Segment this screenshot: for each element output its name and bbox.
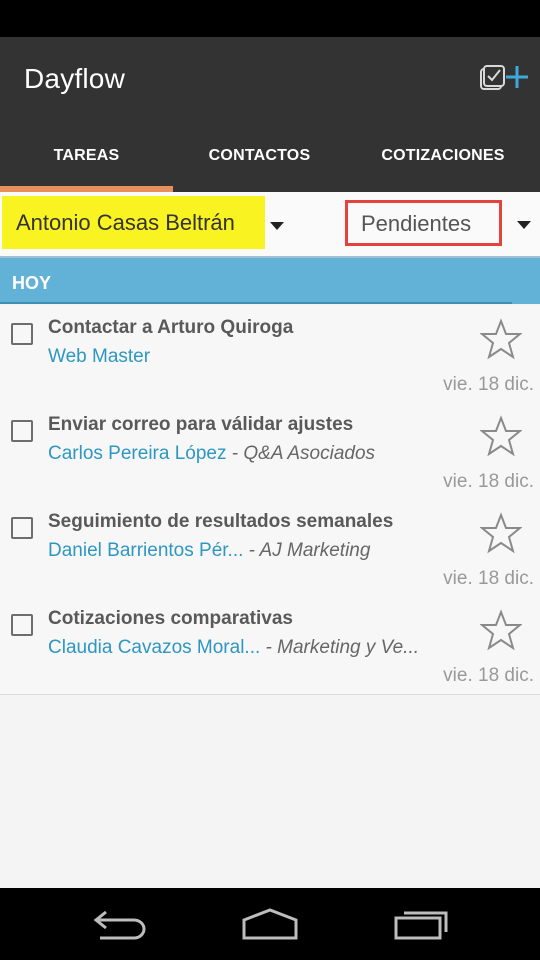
- task-company: - Marketing y Ve...: [265, 637, 420, 658]
- chevron-down-icon[interactable]: [517, 221, 531, 229]
- checkbox-empty-icon[interactable]: [11, 323, 33, 345]
- task-contact-link[interactable]: Daniel Barrientos Pér...: [48, 540, 243, 561]
- status-filter-dropdown[interactable]: Pendientes: [345, 200, 502, 246]
- tab-bar: TAREAS CONTACTOS COTIZACIONES: [0, 120, 540, 192]
- tab-cotizaciones[interactable]: COTIZACIONES: [346, 120, 540, 192]
- app-title: Dayflow: [24, 63, 125, 94]
- star-outline-icon[interactable]: [480, 415, 522, 457]
- status-filter-value: Pendientes: [361, 211, 472, 236]
- star-outline-icon[interactable]: [480, 318, 522, 360]
- recents-icon[interactable]: [392, 906, 452, 942]
- star-outline-icon[interactable]: [480, 512, 522, 554]
- task-date: vie. 18 dic.: [443, 471, 534, 492]
- task-title: Seguimiento de resultados semanales: [48, 511, 394, 532]
- app-bar: Dayflow: [0, 37, 540, 120]
- task-title: Contactar a Arturo Quiroga: [48, 317, 294, 338]
- task-contact-link[interactable]: Web Master: [48, 346, 150, 367]
- tab-tareas[interactable]: TAREAS: [0, 120, 173, 192]
- task-title: Cotizaciones comparativas: [48, 608, 293, 629]
- star-outline-icon[interactable]: [480, 609, 522, 651]
- task-title: Enviar correo para válidar ajustes: [48, 414, 354, 435]
- task-contact-link[interactable]: Claudia Cavazos Moral...: [48, 637, 260, 658]
- task-subtitle: Claudia Cavazos Moral... - Marketing y V…: [48, 637, 419, 659]
- task-date: vie. 18 dic.: [443, 568, 534, 589]
- checkbox-empty-icon[interactable]: [11, 420, 33, 442]
- task-company: - AJ Marketing: [248, 540, 371, 561]
- home-icon[interactable]: [240, 906, 300, 942]
- status-bar: [0, 0, 540, 37]
- filter-bar: Antonio Casas Beltrán Pendientes: [0, 192, 540, 256]
- tab-contactos[interactable]: CONTACTOS: [173, 120, 346, 192]
- navigation-bar: [0, 888, 540, 960]
- task-subtitle: Carlos Pereira López - Q&A Asociados: [48, 443, 375, 465]
- task-row[interactable]: Seguimiento de resultados semanales Dani…: [0, 500, 540, 598]
- section-header: HOY: [0, 258, 540, 304]
- checkbox-empty-icon[interactable]: [11, 614, 33, 636]
- section-header-label: HOY: [12, 273, 52, 293]
- back-icon[interactable]: [92, 906, 148, 942]
- contact-filter-dropdown[interactable]: Antonio Casas Beltrán: [2, 196, 265, 249]
- task-contact-link[interactable]: Carlos Pereira López: [48, 443, 226, 464]
- task-subtitle: Daniel Barrientos Pér... - AJ Marketing: [48, 540, 370, 562]
- chevron-down-icon[interactable]: [270, 222, 284, 230]
- task-company: - Q&A Asociados: [231, 443, 376, 464]
- task-subtitle: Web Master: [48, 346, 150, 368]
- task-date: vie. 18 dic.: [443, 374, 534, 395]
- contact-filter-value: Antonio Casas Beltrán: [16, 210, 235, 235]
- task-row[interactable]: Enviar correo para válidar ajustes Carlo…: [0, 403, 540, 501]
- task-row[interactable]: Cotizaciones comparativas Claudia Cavazo…: [0, 597, 540, 695]
- task-date: vie. 18 dic.: [443, 665, 534, 686]
- checkbox-empty-icon[interactable]: [11, 517, 33, 539]
- add-task-icon[interactable]: [478, 63, 530, 97]
- divider: [0, 302, 512, 304]
- task-row[interactable]: Contactar a Arturo Quiroga Web Master vi…: [0, 306, 540, 404]
